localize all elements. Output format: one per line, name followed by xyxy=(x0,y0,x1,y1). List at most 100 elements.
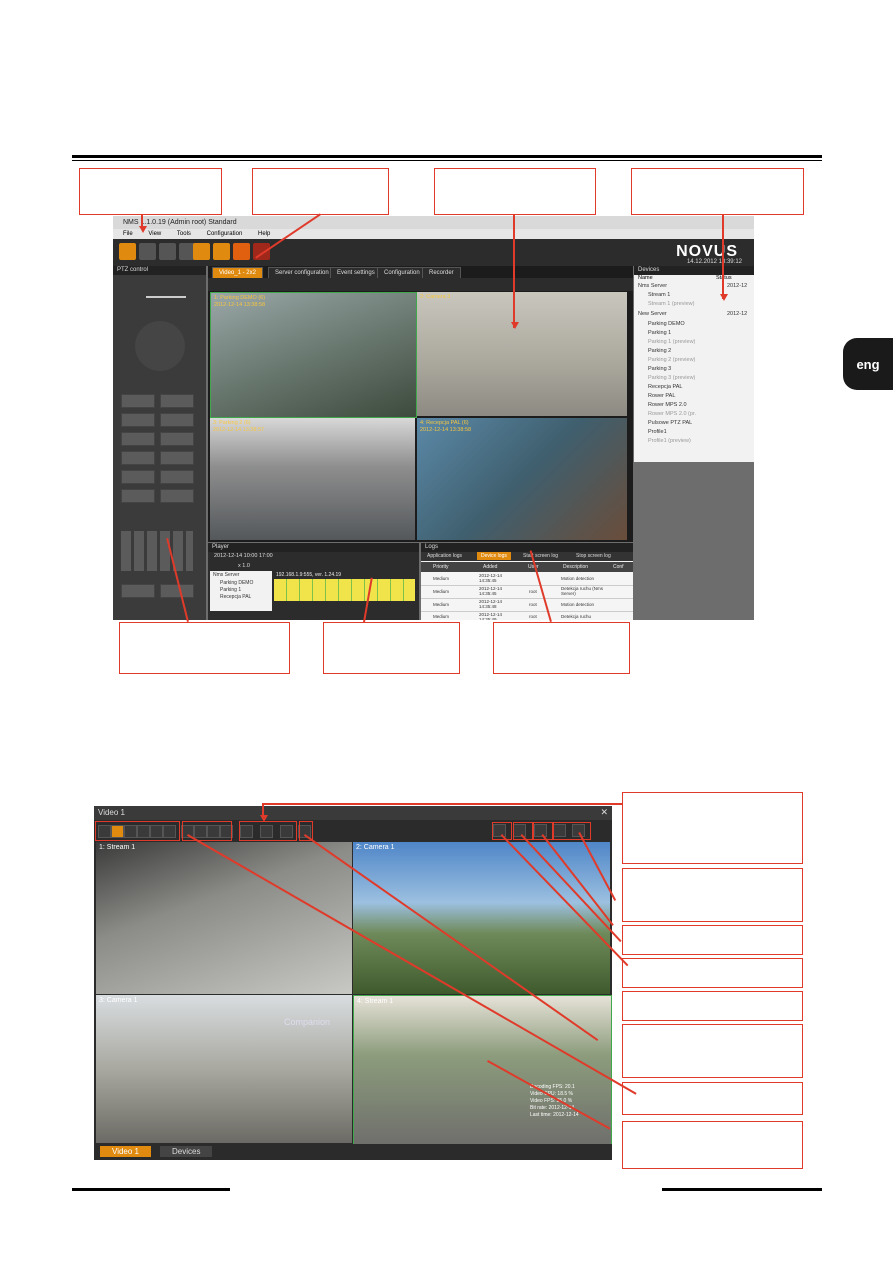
device-row[interactable]: Parking 2 xyxy=(648,348,671,357)
device-row[interactable]: Parking 3 xyxy=(648,366,671,375)
close-icon[interactable]: ✕ xyxy=(600,807,608,818)
log-row[interactable]: Medium 2012-12-14 14:35:45 root Detekcja… xyxy=(421,586,633,599)
player-tree-item[interactable]: Nms Server xyxy=(213,572,239,578)
ptz-button[interactable] xyxy=(160,432,194,446)
video-area: Video_1 - 2x2 Server configuration Event… xyxy=(208,266,633,542)
device-row[interactable]: Stream 1 (preview) xyxy=(648,301,694,310)
device-row[interactable]: Profile1 xyxy=(648,429,667,438)
tab-start-screen-log[interactable]: Start screen log xyxy=(523,553,558,559)
log-added: 2012-12-14 14:35:45 xyxy=(479,573,503,583)
menu-file[interactable]: File xyxy=(123,231,133,237)
player-timeline[interactable] xyxy=(274,579,415,601)
callout-box-8 xyxy=(622,792,803,864)
ptz-direction-pad[interactable] xyxy=(135,321,185,371)
device-row[interactable]: Parking DEMO xyxy=(648,321,685,330)
user-button[interactable] xyxy=(213,243,230,260)
logs-col-description: Description xyxy=(563,564,589,570)
ptz-button[interactable] xyxy=(160,584,194,598)
camera-label: 2: Camera 3 xyxy=(420,294,451,300)
menu-configuration[interactable]: Configuration xyxy=(207,231,243,237)
car-button[interactable] xyxy=(233,243,250,260)
highlight-box xyxy=(239,821,297,841)
tab-application-logs[interactable]: Application logs xyxy=(427,553,462,559)
camera-label: 1: Parking DEMO (6) xyxy=(214,295,266,301)
camera-tile-2[interactable]: 2: Camera 1 xyxy=(353,842,610,994)
devices-title: Devices xyxy=(634,266,754,275)
device-row[interactable]: Rower MPS 2.0 xyxy=(648,402,687,411)
player-server-info: 192.168.1.9:555, ver. 1.24.19 xyxy=(276,572,342,578)
camera-label: 2: Camera 1 xyxy=(356,844,395,851)
device-row[interactable]: New Server xyxy=(638,311,667,320)
ptz-button[interactable] xyxy=(160,489,194,503)
camera-tile-3[interactable]: 3: Parking 2 (6) 2012-12-14 13:38:57 xyxy=(210,418,415,540)
tab-device-logs[interactable]: Device logs xyxy=(477,552,511,560)
callout-box-13 xyxy=(622,1024,803,1078)
menu-view[interactable]: View xyxy=(148,231,161,237)
player-tree-item[interactable]: Recepcja PAL xyxy=(220,594,251,600)
ptz-button[interactable] xyxy=(121,394,155,408)
device-row[interactable]: Parking 1 (preview) xyxy=(648,339,695,348)
callout-box-10 xyxy=(622,925,803,955)
tab-devices[interactable]: Devices xyxy=(160,1146,213,1157)
camera-tile-1[interactable]: 1: Stream 1 xyxy=(96,842,352,994)
device-row[interactable]: Parking 3 (preview) xyxy=(648,375,695,384)
ptz-button[interactable] xyxy=(160,394,194,408)
device-row[interactable]: Profile1 (preview) xyxy=(648,438,691,447)
ptz-button[interactable] xyxy=(121,584,155,598)
camera-tile-4[interactable]: 4: Recepcja PAL (6) 2012-12-14 13:38:58 xyxy=(417,418,627,540)
player-tree-item[interactable]: Parking DEMO xyxy=(220,580,253,586)
footer-rule-right xyxy=(662,1188,822,1191)
leader-line xyxy=(513,215,515,328)
device-row[interactable]: Rower MPS 2.0 (pr. xyxy=(648,411,696,420)
player-panel: Player 2012-12-14 10:00 17:00 x 1.0 Nms … xyxy=(208,543,419,620)
device-row[interactable]: Parking 2 (preview) xyxy=(648,357,695,366)
ptz-button[interactable] xyxy=(121,451,155,465)
camera-label: 4: Stream 1 xyxy=(357,998,394,1005)
camera-tile-4[interactable]: 4: Stream 1 Decoding FPS: 20.1 Video CPU… xyxy=(353,995,612,1145)
play-button[interactable] xyxy=(193,243,210,260)
callout-box-9 xyxy=(622,868,803,922)
menu-help[interactable]: Help xyxy=(258,231,270,237)
ptz-button[interactable] xyxy=(121,432,155,446)
layout-1-button[interactable] xyxy=(119,243,136,260)
menu-tools[interactable]: Tools xyxy=(177,231,191,237)
devices-column-name: Name xyxy=(638,275,653,281)
log-row[interactable]: Medium 2012-12-14 14:35:45 Motion detect… xyxy=(421,573,633,586)
camera-timestamp: 2012-12-14 13:38:58 xyxy=(214,302,266,308)
ptz-button[interactable] xyxy=(160,470,194,484)
device-row[interactable]: Pulsowe PTZ PAL xyxy=(648,420,692,429)
layout-3-button[interactable] xyxy=(159,243,176,260)
ptz-slider[interactable] xyxy=(146,296,186,298)
leader-line xyxy=(722,215,724,299)
tab-stop-screen-log[interactable]: Stop screen log xyxy=(576,553,611,559)
ptz-button[interactable] xyxy=(121,470,155,484)
device-row[interactable]: Parking 1 xyxy=(648,330,671,339)
ptz-preset-grid[interactable] xyxy=(121,531,193,571)
device-row[interactable]: Rower PAL xyxy=(648,393,675,402)
log-description: Detekcja ruchu xyxy=(561,614,592,619)
log-added: 2012-12-14 14:35:48 xyxy=(479,599,503,609)
ptz-button[interactable] xyxy=(160,451,194,465)
layout-2-button[interactable] xyxy=(139,243,156,260)
log-priority: Medium xyxy=(433,589,450,594)
log-user: root xyxy=(529,602,537,607)
video-tabs: Video_1 - 2x2 Server configuration Event… xyxy=(212,267,622,279)
device-row[interactable]: Nms Server xyxy=(638,283,667,292)
camera-tile-1[interactable]: 1: Parking DEMO (6) 2012-12-14 13:38:58 xyxy=(210,292,417,418)
camera-tile-2[interactable]: 2: Camera 3 xyxy=(417,292,627,416)
log-row[interactable]: Medium 2012-12-14 14:35:49 root Detekcja… xyxy=(421,612,633,620)
ptz-button[interactable] xyxy=(121,413,155,427)
device-status: 2012-12 xyxy=(727,283,748,289)
tab-video-1[interactable]: Video 1 xyxy=(100,1146,151,1157)
device-row[interactable]: Stream 1 xyxy=(648,292,670,301)
highlight-box xyxy=(492,822,512,840)
callout-box-3 xyxy=(434,168,596,215)
log-row[interactable]: Medium 2012-12-14 14:35:48 root Motion d… xyxy=(421,599,633,612)
player-tree-item[interactable]: Parking 1 xyxy=(220,587,241,593)
video-window-screenshot: Video 1 ✕ 1: Stream 1 2: Camera 1 3: Cam… xyxy=(94,806,612,1160)
ptz-button[interactable] xyxy=(160,413,194,427)
logs-col-priority: Priority xyxy=(433,564,449,570)
camera-tile-3[interactable]: 3: Camera 1 Companion xyxy=(96,995,352,1143)
device-row[interactable]: Recepcja PAL xyxy=(648,384,682,393)
ptz-button[interactable] xyxy=(121,489,155,503)
